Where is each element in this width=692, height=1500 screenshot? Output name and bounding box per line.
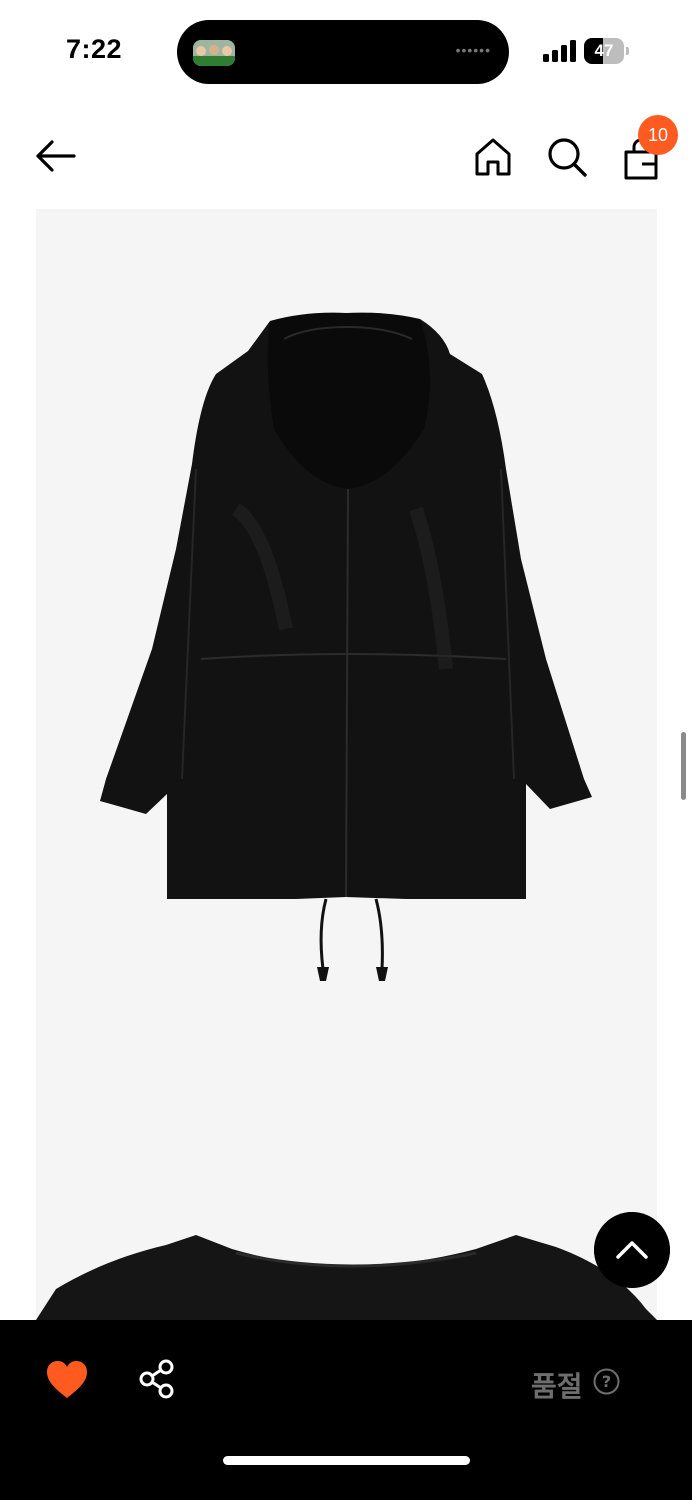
scroll-indicator[interactable] <box>681 732 686 800</box>
heart-icon[interactable] <box>44 1358 90 1400</box>
status-time: 7:22 <box>66 34 123 64</box>
live-activity-thumbnail <box>193 40 235 66</box>
battery-icon: 47 <box>584 38 630 64</box>
question-circle-icon[interactable]: ? <box>593 1368 620 1395</box>
jacket-image <box>36 312 657 1320</box>
bottom-action-bar: 품절 ? <box>0 1320 692 1500</box>
status-bar: 7:22 •••••• 47 <box>0 0 692 100</box>
sold-out-label: 품절 <box>531 1371 583 1402</box>
top-navigation <box>0 110 692 202</box>
dynamic-island: •••••• <box>177 20 509 84</box>
home-icon[interactable] <box>470 134 516 180</box>
cellular-signal-icon <box>543 40 576 62</box>
product-image[interactable] <box>36 209 657 1320</box>
share-icon[interactable] <box>136 1358 178 1400</box>
cart-count-badge: 10 <box>638 115 678 155</box>
arrow-left-icon[interactable] <box>30 134 82 178</box>
island-dots: •••••• <box>455 42 491 58</box>
search-icon[interactable] <box>544 134 590 180</box>
svg-text:?: ? <box>602 1372 611 1391</box>
home-indicator[interactable] <box>223 1456 470 1465</box>
chevron-up-icon[interactable] <box>594 1212 670 1288</box>
battery-level: 47 <box>594 41 614 60</box>
